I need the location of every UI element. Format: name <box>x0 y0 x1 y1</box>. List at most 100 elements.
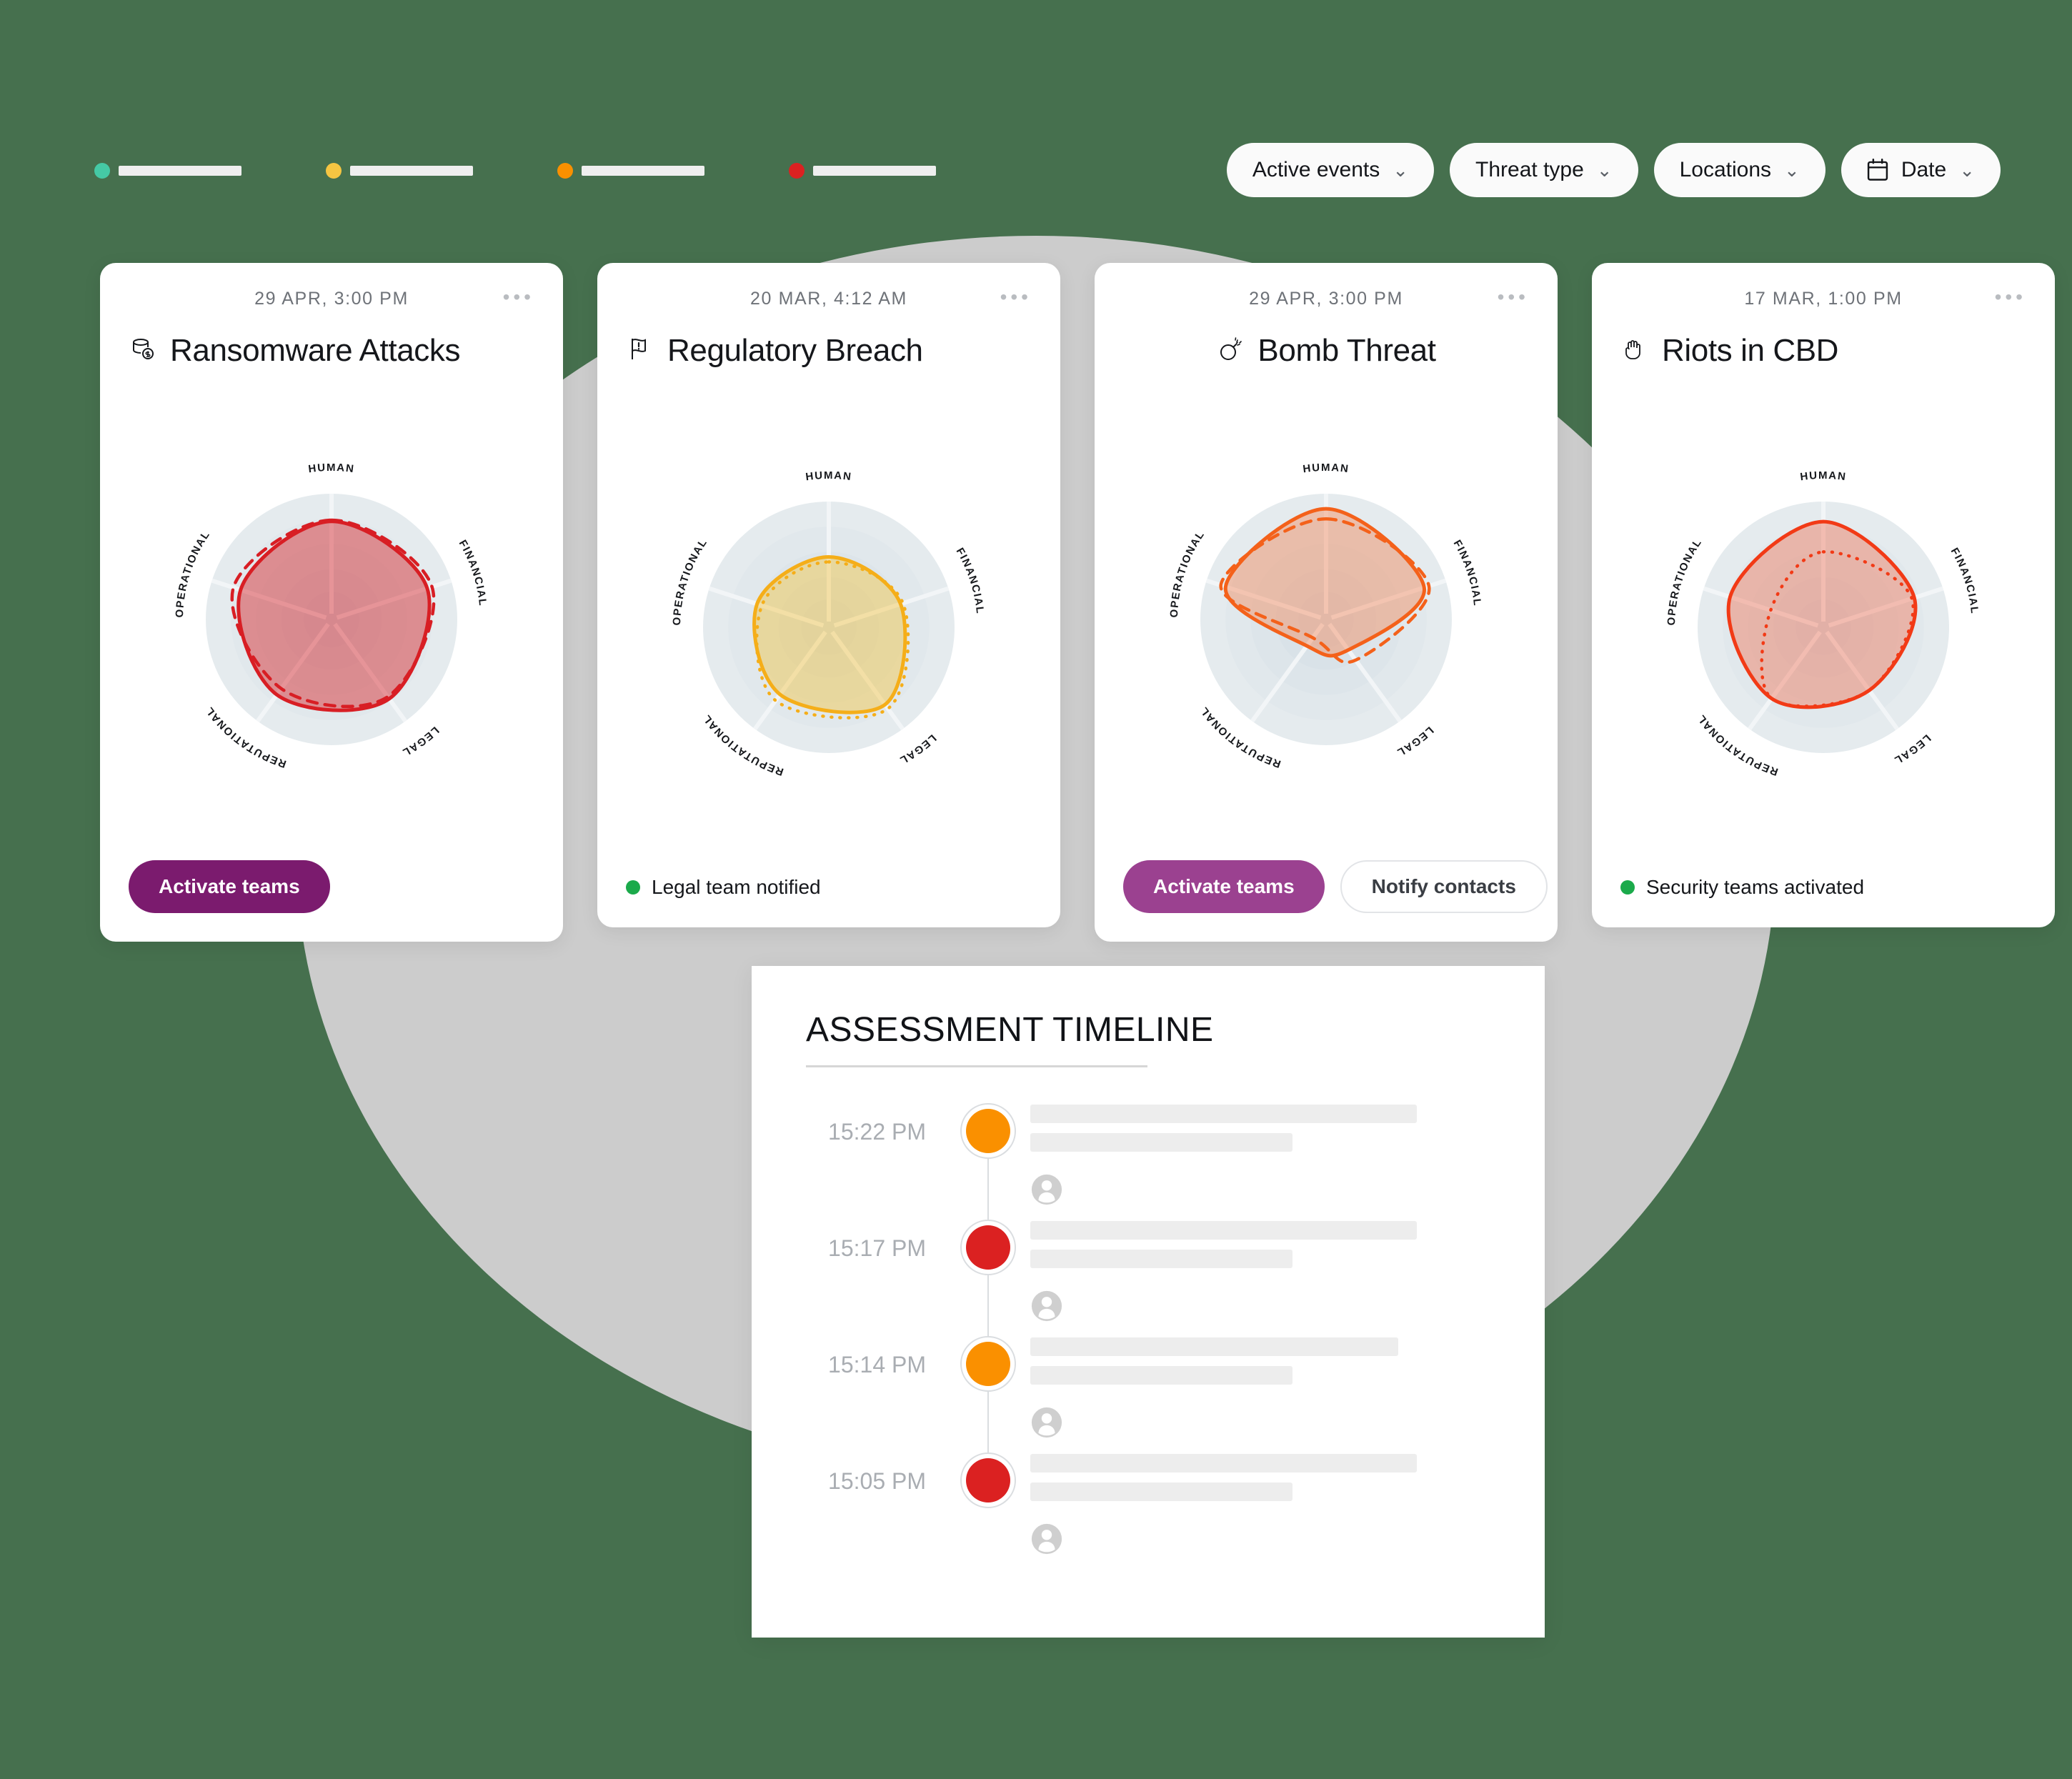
card-title-text: Riots in CBD <box>1662 333 1839 368</box>
filter-label: Locations <box>1679 158 1772 181</box>
timeline-row[interactable]: 15:14 PM <box>806 1326 1490 1453</box>
card-header: 20 MAR, 4:12 AM ••• <box>626 287 1032 314</box>
legend-item[interactable] <box>326 163 473 179</box>
card-title-row: Ransomware Attacks <box>129 333 534 369</box>
timeline-text-placeholder <box>1030 1105 1417 1123</box>
severity-red-dot-icon <box>789 163 805 179</box>
card-timestamp: 20 MAR, 4:12 AM <box>750 289 907 309</box>
filter-label: Date <box>1901 158 1947 181</box>
status-label: Legal team notified <box>652 876 821 898</box>
timeline-time: 15:17 PM <box>828 1235 926 1261</box>
activate-teams-button[interactable]: Activate teams <box>129 860 330 913</box>
timeline-text-placeholder <box>1030 1482 1293 1501</box>
activate-teams-button[interactable]: Activate teams <box>1123 860 1325 913</box>
timeline-time: 15:22 PM <box>828 1119 926 1145</box>
card-footer: Activate teams Notify contacts <box>1123 860 1548 913</box>
card-header: 29 APR, 3:00 PM ••• <box>129 287 534 314</box>
timeline-marker <box>960 1336 1016 1392</box>
radar-chart: HUMANFINANCIALLEGALREPUTATIONALOPERATION… <box>174 462 489 770</box>
card-title-text: Bomb Threat <box>1257 333 1436 368</box>
overflow-menu-icon[interactable]: ••• <box>1995 287 2026 307</box>
radar-axis-label: LEGAL <box>399 724 441 759</box>
threat-card[interactable]: 29 APR, 3:00 PM ••• Bomb Threat HUMAN FINANC… <box>1095 263 1558 942</box>
timeline-text-placeholder <box>1030 1250 1293 1268</box>
timeline-marker <box>960 1452 1016 1508</box>
radar-axis-label: HUMAN <box>1303 462 1350 475</box>
timeline-row[interactable]: 15:17 PM <box>806 1210 1490 1337</box>
radar-axis-label: HUMAN <box>1800 469 1848 483</box>
radar-axis-label: FINANCIAL <box>457 538 489 607</box>
filter-locations[interactable]: Locations ⌄ <box>1653 143 1826 197</box>
timeline-divider <box>806 1065 1147 1067</box>
timeline-title: ASSESSMENT TIMELINE <box>806 1011 1214 1049</box>
timeline-row[interactable]: 15:22 PM <box>806 1093 1490 1220</box>
avatar <box>1031 1174 1062 1205</box>
card-timestamp: 29 APR, 3:00 PM <box>254 289 409 309</box>
timeline-connector <box>987 1159 989 1220</box>
avatar <box>1031 1523 1062 1555</box>
radar-axis-label: FINANCIAL <box>1451 538 1484 607</box>
legend-label-placeholder <box>350 166 473 176</box>
radar-axis-label: LEGAL <box>897 732 938 767</box>
chevron-down-icon: ⌄ <box>1784 159 1800 181</box>
card-action-row: Activate teams <box>129 860 534 913</box>
bomb-icon <box>1216 334 1245 368</box>
calendar-icon <box>1867 159 1888 181</box>
legend-label-placeholder <box>119 166 241 176</box>
timeline-time: 15:05 PM <box>828 1468 926 1494</box>
filter-threat-type[interactable]: Threat type ⌄ <box>1450 143 1638 197</box>
radar-chart-container: HUMAN FINANCIAL LEGAL REPUTATIONAL OPERATION… <box>626 373 1032 876</box>
avatar <box>1031 1290 1062 1322</box>
status-label: Security teams activated <box>1646 876 1865 898</box>
timeline-severity-dot-icon <box>966 1109 1010 1153</box>
radar-axis-label: FINANCIAL <box>1948 546 1981 615</box>
notify-contacts-button[interactable]: Notify contacts <box>1340 860 1548 913</box>
card-footer: Activate teams <box>129 860 534 913</box>
legend-item[interactable] <box>557 163 704 179</box>
chevron-down-icon: ⌄ <box>1959 159 1975 181</box>
radar-axis-label: HUMAN <box>805 469 853 483</box>
threat-card[interactable]: 29 APR, 3:00 PM ••• Ransomware Attacks HUMA… <box>100 263 563 942</box>
radar-chart-container: HUMAN FINANCIAL LEGAL REPUTATIONAL OPERATION… <box>1620 373 2026 876</box>
timeline-severity-dot-icon <box>966 1342 1010 1386</box>
card-header: 17 MAR, 1:00 PM ••• <box>1620 287 2026 314</box>
filter-date[interactable]: Date ⌄ <box>1841 143 2001 197</box>
radar-chart-container: HUMAN FINANCIAL LEGAL REPUTATIONAL OPERATION… <box>1123 373 1529 860</box>
filter-label: Active events <box>1252 158 1380 181</box>
raised-fist-icon <box>1620 334 1649 368</box>
overflow-menu-icon[interactable]: ••• <box>1498 287 1529 307</box>
radar-axis-label: HUMAN <box>308 462 356 475</box>
timeline-severity-dot-icon <box>966 1225 1010 1270</box>
timeline-connector <box>987 1392 989 1453</box>
timeline-time: 15:14 PM <box>828 1352 926 1377</box>
timeline-row[interactable]: 15:05 PM <box>806 1442 1490 1559</box>
chevron-down-icon: ⌄ <box>1393 159 1409 181</box>
timeline-text-placeholder <box>1030 1337 1399 1356</box>
overflow-menu-icon[interactable]: ••• <box>503 287 534 307</box>
radar-chart: HUMANFINANCIALLEGALREPUTATIONALOPERATION… <box>671 469 987 778</box>
legend-item[interactable] <box>789 163 936 179</box>
timeline-entry-body <box>1030 1093 1490 1210</box>
timeline-marker-cell <box>946 1326 1030 1453</box>
chevron-down-icon: ⌄ <box>1596 159 1613 181</box>
legend-label-placeholder <box>813 166 936 176</box>
card-title-row: Riots in CBD <box>1620 333 2026 369</box>
legend-label-placeholder <box>582 166 704 176</box>
status-dot-icon <box>1620 880 1635 895</box>
overflow-menu-icon[interactable]: ••• <box>1000 287 1032 307</box>
card-timestamp: 29 APR, 3:00 PM <box>1249 289 1403 309</box>
timeline-text-placeholder <box>1030 1454 1417 1472</box>
timeline-text-placeholder <box>1030 1133 1293 1152</box>
timeline-entry-body <box>1030 1326 1490 1442</box>
severity-yellow-dot-icon <box>326 163 342 179</box>
card-header: 29 APR, 3:00 PM ••• <box>1123 287 1529 314</box>
radar-axis-label: FINANCIAL <box>954 546 987 615</box>
threat-card[interactable]: 20 MAR, 4:12 AM ••• Regulatory Breach HUMAN… <box>597 263 1060 927</box>
legend-item[interactable] <box>94 163 241 179</box>
card-footer: Security teams activated <box>1620 876 2026 899</box>
timeline-text-placeholder <box>1030 1366 1293 1385</box>
timeline-entry-body <box>1030 1210 1490 1326</box>
severity-legend <box>94 163 936 179</box>
filter-active-events[interactable]: Active events ⌄ <box>1226 143 1435 197</box>
threat-card[interactable]: 17 MAR, 1:00 PM ••• Riots in CBD HUMAN FINAN… <box>1592 263 2055 927</box>
